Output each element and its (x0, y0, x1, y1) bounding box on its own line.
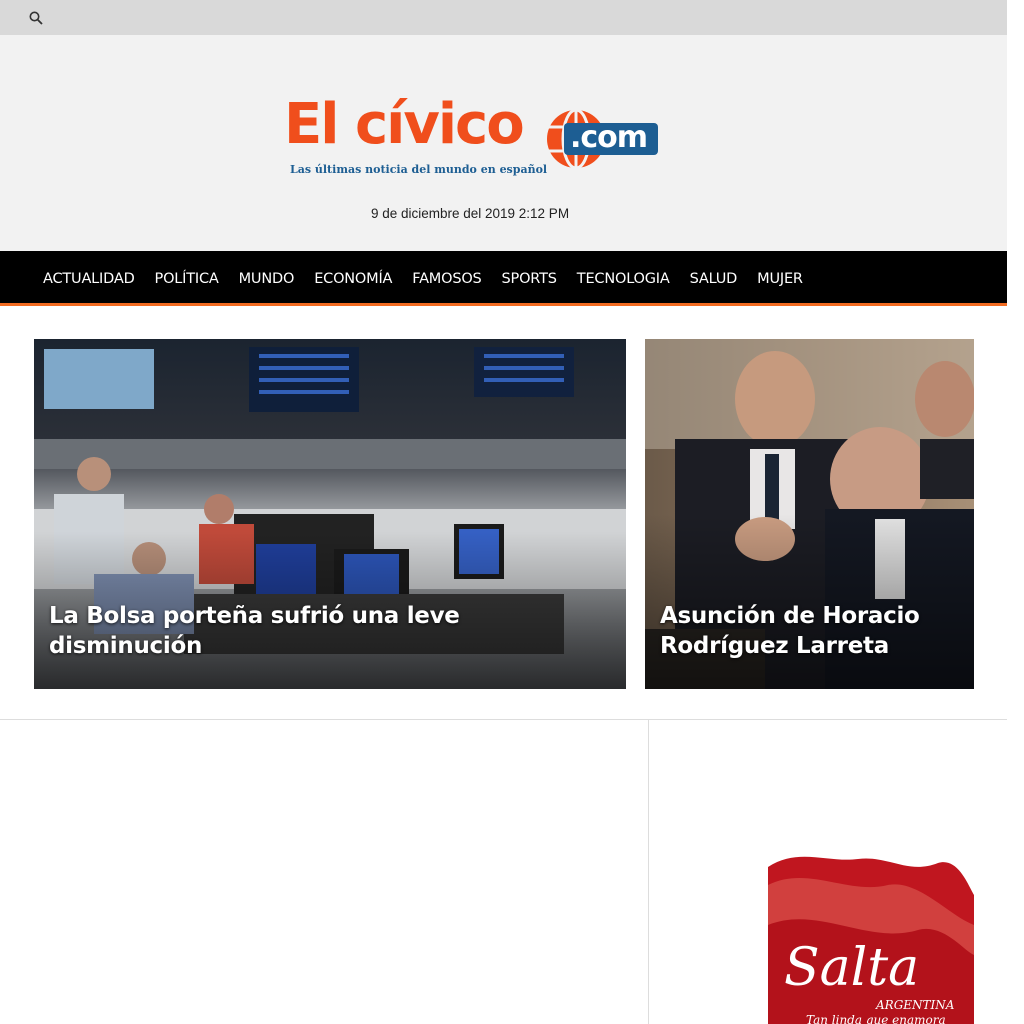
nav-item-famosos[interactable]: FAMOSOS (402, 271, 491, 287)
nav-item-sports[interactable]: SPORTS (492, 271, 567, 287)
tagline-accent: español (499, 163, 548, 176)
search-icon[interactable] (28, 10, 44, 26)
article-title[interactable]: Asunción de Horacio Rodríguez Larreta (660, 601, 962, 661)
tagline-text: Las últimas noticia del mundo en (290, 163, 500, 176)
nav-item-tecnologia[interactable]: TECNOLOGIA (567, 271, 680, 287)
site-header: El cívico .com Las últimas noticia del m… (0, 35, 1007, 251)
sidebar-ad-banner[interactable]: Salta ARGENTINA Tan linda que enamora (768, 855, 974, 1024)
top-bar (0, 0, 1007, 35)
article-title[interactable]: La Bolsa porteña sufrió una leve disminu… (49, 601, 614, 661)
nav-item-economia[interactable]: ECONOMÍA (304, 271, 402, 287)
nav-item-politica[interactable]: POLÍTICA (145, 271, 229, 287)
featured-article-2[interactable]: Asunción de Horacio Rodríguez Larreta (645, 339, 974, 689)
site-logo[interactable]: El cívico .com Las últimas noticia del m… (284, 93, 660, 189)
salta-ad-image: Salta ARGENTINA Tan linda que enamora (768, 855, 974, 1024)
sidebar-divider (648, 720, 649, 1024)
main-nav: ACTUALIDAD POLÍTICA MUNDO ECONOMÍA FAMOS… (0, 251, 1007, 306)
nav-item-mujer[interactable]: MUJER (747, 271, 813, 287)
nav-item-salud[interactable]: SALUD (680, 271, 748, 287)
section-divider (0, 719, 1007, 720)
ad-country: ARGENTINA (875, 998, 955, 1012)
logo-tagline: Las últimas noticia del mundo en español (290, 163, 547, 176)
nav-item-actualidad[interactable]: ACTUALIDAD (33, 271, 145, 287)
logo-wordmark: El cívico (284, 92, 525, 157)
ad-title: Salta (784, 938, 919, 998)
logo-domain: .com (564, 123, 658, 155)
featured-article-1[interactable]: La Bolsa porteña sufrió una leve disminu… (34, 339, 626, 689)
nav-item-mundo[interactable]: MUNDO (229, 271, 305, 287)
ad-slogan: Tan linda que enamora (806, 1013, 946, 1024)
current-date: 9 de diciembre del 2019 2:12 PM (370, 206, 570, 221)
